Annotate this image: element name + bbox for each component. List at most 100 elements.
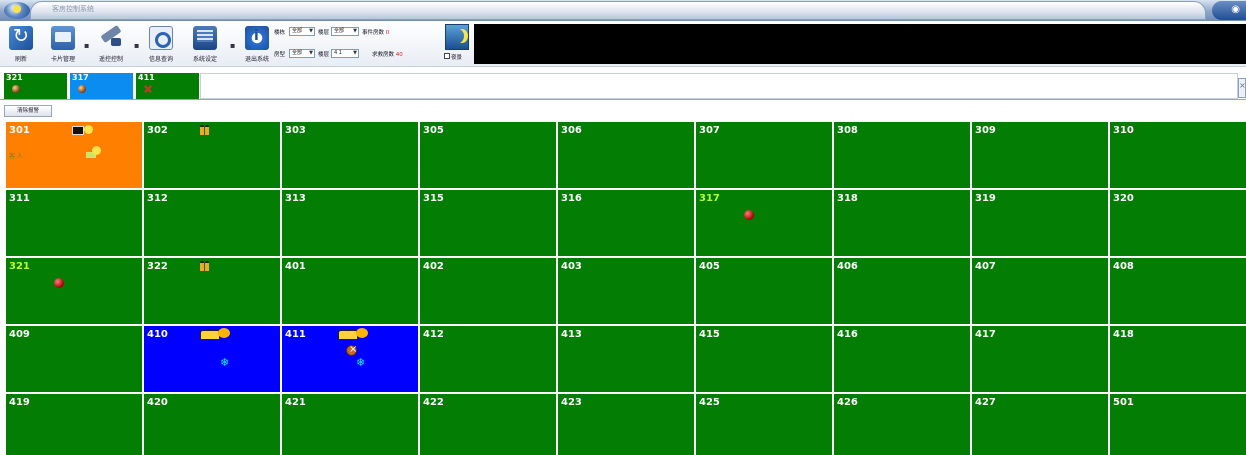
window-control-icon[interactable]: ◉ — [1231, 4, 1240, 15]
room-cell-306[interactable]: 306 — [558, 122, 694, 188]
building-select[interactable]: 全部 — [289, 27, 315, 36]
room-number: 412 — [423, 329, 444, 340]
alert-chip-317[interactable]: 317 — [70, 73, 133, 99]
room-number: 408 — [1113, 261, 1134, 272]
room-cell-312[interactable]: 312 — [144, 190, 280, 256]
room-cell-411[interactable]: 411 ❄ — [282, 326, 418, 392]
room-number: 405 — [699, 261, 720, 272]
room-cell-405[interactable]: 405 — [696, 258, 832, 324]
room-cell-403[interactable]: 403 — [558, 258, 694, 324]
room-number: 309 — [975, 125, 996, 136]
room-cell-308[interactable]: 308 — [834, 122, 970, 188]
room-cell-401[interactable]: 401 — [282, 258, 418, 324]
floor-label: 楼层 — [318, 30, 330, 36]
info-icon — [245, 26, 269, 50]
room-number: 419 — [9, 397, 30, 408]
occupied-person-icon — [200, 261, 210, 271]
room-cell-421[interactable]: 421 — [282, 394, 418, 455]
room-number: 310 — [1113, 125, 1134, 136]
room-number: 312 — [147, 193, 168, 204]
room-number: 416 — [837, 329, 858, 340]
exit-system-button[interactable]: 退出系统 — [242, 24, 272, 64]
room-number: 426 — [837, 397, 858, 408]
remote-control-button[interactable]: 遥控控制 — [96, 24, 126, 64]
room-number: 318 — [837, 193, 858, 204]
room-number: 411 — [285, 329, 306, 340]
room-cell-426[interactable]: 426 — [834, 394, 970, 455]
room-number: 311 — [9, 193, 30, 204]
room-cell-313[interactable]: 313 — [282, 190, 418, 256]
room-cell-322[interactable]: 322 — [144, 258, 280, 324]
room-cell-406[interactable]: 406 — [834, 258, 970, 324]
subbar: 清除报警 — [0, 100, 1246, 121]
room-cell-415[interactable]: 415 — [696, 326, 832, 392]
room-cell-321[interactable]: 321 — [6, 258, 142, 324]
info-query-button[interactable]: 信息查询 — [146, 24, 176, 64]
night-mode-label: 夜景 — [451, 55, 463, 61]
room-cell-320[interactable]: 320 — [1110, 190, 1246, 256]
app-logo-icon[interactable] — [4, 2, 30, 19]
room-cell-318[interactable]: 318 — [834, 190, 970, 256]
room-cell-402[interactable]: 402 — [420, 258, 556, 324]
room-cell-309[interactable]: 309 — [972, 122, 1108, 188]
room-cell-319[interactable]: 319 — [972, 190, 1108, 256]
remote-menu-dropdown-icon[interactable]: ▪ — [134, 41, 139, 50]
night-mode-checkbox[interactable] — [444, 53, 450, 59]
room-input[interactable]: 4 1 — [331, 49, 359, 58]
settings-menu-dropdown-icon[interactable]: ▪ — [230, 41, 235, 50]
room-cell-419[interactable]: 419 — [6, 394, 142, 455]
room-cell-420[interactable]: 420 — [144, 394, 280, 455]
window-controls[interactable]: ◉ — [1212, 1, 1246, 20]
room-cell-416[interactable]: 416 — [834, 326, 970, 392]
night-mode-button[interactable]: 夜景 — [443, 23, 471, 63]
alert-close-icon[interactable] — [1238, 78, 1246, 98]
room-cell-307[interactable]: 307 — [696, 122, 832, 188]
alert-chip-411[interactable]: 411 — [136, 73, 199, 99]
refresh-label: 刷新 — [14, 56, 27, 63]
room-number: 425 — [699, 397, 720, 408]
room-cell-423[interactable]: 423 — [558, 394, 694, 455]
room-cell-427[interactable]: 427 — [972, 394, 1108, 455]
room-cell-301[interactable]: 301 客 人 — [6, 122, 142, 188]
room-cell-417[interactable]: 417 — [972, 326, 1108, 392]
room-cell-311[interactable]: 311 — [6, 190, 142, 256]
room-number: 316 — [561, 193, 582, 204]
room-cell-407[interactable]: 407 — [972, 258, 1108, 324]
room-cell-413[interactable]: 413 — [558, 326, 694, 392]
card-management-button[interactable]: 卡片管理 — [48, 24, 78, 64]
room-cell-422[interactable]: 422 — [420, 394, 556, 455]
floor-select[interactable]: 全部 — [331, 27, 359, 36]
alert-chip-321[interactable]: 321 — [4, 73, 67, 99]
room-cell-425[interactable]: 425 — [696, 394, 832, 455]
system-settings-button[interactable]: 系统设定 — [190, 24, 220, 64]
cleaning-cart-icon — [338, 328, 368, 340]
room-type-select[interactable]: 全部 — [289, 49, 315, 58]
room-cell-303[interactable]: 303 — [282, 122, 418, 188]
room-cell-501[interactable]: 501 — [1110, 394, 1246, 455]
room-cell-305[interactable]: 305 — [420, 122, 556, 188]
room-number: 322 — [147, 261, 168, 272]
room-number: 401 — [285, 261, 306, 272]
exit-system-label: 退出系统 — [244, 56, 269, 63]
room-cell-302[interactable]: 302 — [144, 122, 280, 188]
room-cell-315[interactable]: 315 — [420, 190, 556, 256]
card-management-label: 卡片管理 — [50, 56, 75, 63]
clear-alarm-button[interactable]: 清除报警 — [4, 105, 52, 117]
room-number: 501 — [1113, 397, 1134, 408]
room-number: 321 — [9, 261, 30, 272]
room-cell-310[interactable]: 310 — [1110, 122, 1246, 188]
room-cell-412[interactable]: 412 — [420, 326, 556, 392]
room-cell-410[interactable]: 410 ❄ — [144, 326, 280, 392]
alarm-light-icon — [54, 278, 64, 288]
room-cell-316[interactable]: 316 — [558, 190, 694, 256]
room-cell-408[interactable]: 408 — [1110, 258, 1246, 324]
card-menu-dropdown-icon[interactable]: ▪ — [84, 41, 89, 50]
room-number: 305 — [423, 125, 444, 136]
room-number: 422 — [423, 397, 444, 408]
room-cell-409[interactable]: 409 — [6, 326, 142, 392]
refresh-button[interactable]: 刷新 — [6, 24, 36, 64]
room-number: 427 — [975, 397, 996, 408]
room-cell-418[interactable]: 418 — [1110, 326, 1246, 392]
room-cell-317[interactable]: 317 — [696, 190, 832, 256]
guest-note: 客 人 — [9, 153, 23, 160]
